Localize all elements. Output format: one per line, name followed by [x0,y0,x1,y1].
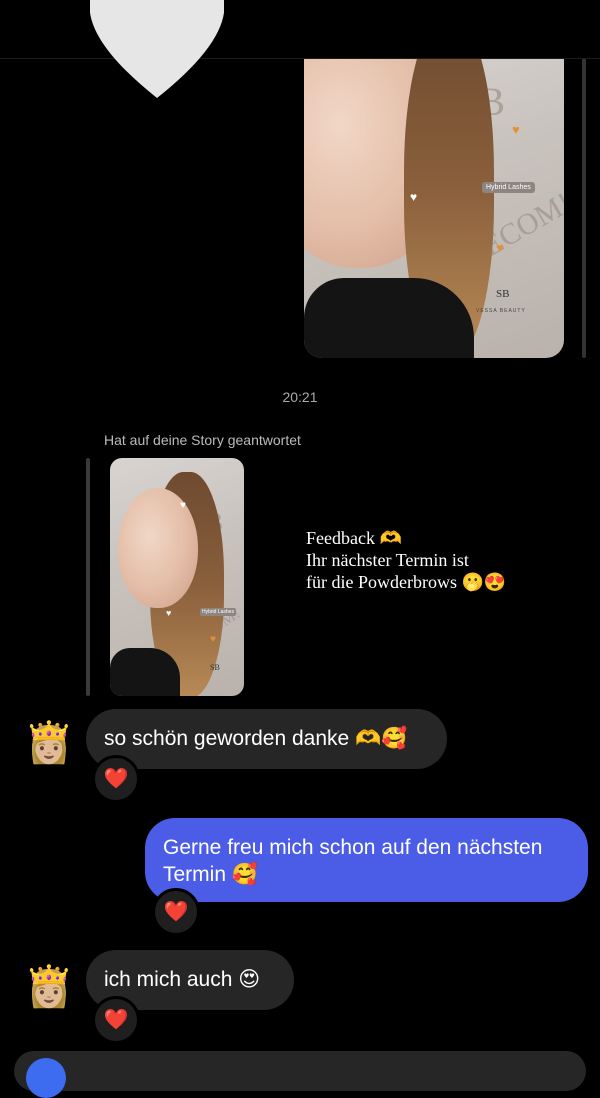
sender-avatar[interactable]: 👸🏼 [24,720,74,766]
heart-reaction-icon[interactable]: ❤️ [152,888,200,936]
message-timestamp: 20:21 [282,389,318,405]
shirt [304,278,474,358]
orange-heart-icon: ♥ [512,122,520,137]
story-text-line: für die Powderbrows 🫢😍 [306,572,507,592]
story-text-line: Ihr nächster Termin ist [306,550,469,570]
outgoing-message[interactable]: Gerne freu mich schon auf den nächsten T… [145,818,588,902]
story-text-overlay: Feedback 🫶 Ihr nächster Termin ist für d… [306,527,536,593]
heart-reaction-icon[interactable]: ❤️ [92,996,140,1044]
face [118,488,198,608]
sticker-label: Hybrid Lashes [200,608,236,616]
sender-avatar[interactable]: 👸🏼 [24,964,74,1010]
heart-sticker-icon: ♥ [180,500,186,511]
story-thumbnail[interactable]: LB ECOM! ♥ ♥ ♥ Hybrid Lashes SB [110,458,244,696]
camera-button[interactable] [26,1058,66,1098]
reply-indicator-bar [86,458,90,696]
story-reply-label: Hat auf deine Story geantwortet [104,432,301,448]
orange-heart-icon: ♥ [210,634,216,645]
heart-sticker-icon: ♥ [410,190,418,204]
shared-story-photo[interactable]: LB ECOM! ♥ ♥ ♥ Hybrid Lashes SB VESSA BE… [304,58,564,358]
brand-mark: SB [496,288,510,300]
message-composer[interactable] [14,1051,586,1091]
brand-mark: SB [210,663,220,672]
scrollbar[interactable] [582,58,586,358]
heart-reaction-icon[interactable]: ❤️ [92,755,140,803]
incoming-message[interactable]: so schön geworden danke 🫶🥰 [86,709,447,769]
sticker-label: Hybrid Lashes [482,182,535,193]
story-text-line: Feedback 🫶 [306,528,402,548]
shirt [110,648,180,696]
contact-avatar[interactable] [89,0,225,98]
orange-heart-icon: ♥ [496,240,504,255]
brand-name: VESSA BEAUTY [476,308,526,314]
heart-sticker-icon: ♥ [166,608,172,618]
